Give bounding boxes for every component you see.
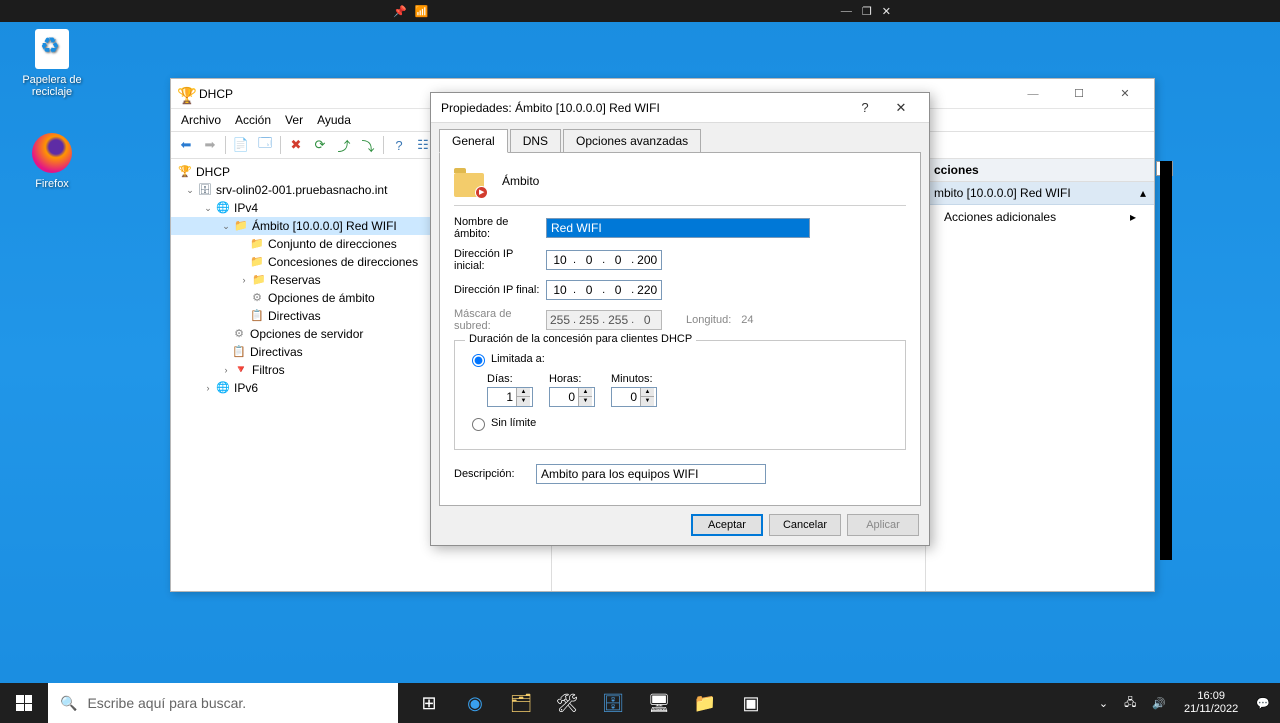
radio-limited-input[interactable] [472, 354, 485, 367]
ip-end-input[interactable]: . . . [546, 280, 662, 300]
taskbar: 🔍 Escribe aquí para buscar. ⊞ ◉ 🗂 🛠 🗄 🖥 … [0, 683, 1280, 723]
taskbar-search[interactable]: 🔍 Escribe aquí para buscar. [48, 683, 398, 723]
start-button[interactable] [0, 683, 48, 723]
toolbar-forward-button[interactable]: ➡ [199, 134, 221, 156]
collapse-icon[interactable]: ▴ [1140, 186, 1146, 200]
description-input[interactable] [536, 464, 766, 484]
vm-titlebar: 📌 📶 — ❐ ✕ [0, 0, 1280, 22]
radio-limited[interactable]: Limitada a: [467, 351, 893, 367]
apply-button[interactable]: Aplicar [847, 514, 919, 536]
name-label: Nombre de ámbito: [454, 216, 546, 240]
tray-sound-icon[interactable]: 🔊 [1148, 697, 1170, 710]
actions-scope-header[interactable]: mbito [10.0.0.0] Red WIFI▴ [926, 182, 1154, 205]
subnet-mask-input: . . . [546, 310, 662, 330]
dhcp-minimize-button[interactable]: — [1010, 80, 1056, 108]
tray-network-icon[interactable]: 🖧 [1120, 694, 1140, 713]
toolbar-import-button[interactable]: ⤵ [357, 134, 379, 156]
taskbar-app3-icon[interactable]: 📁 [682, 683, 728, 723]
toolbar-refresh-button[interactable]: ⟳ [309, 134, 331, 156]
dhcp-app-icon: 🏆 [177, 86, 193, 102]
dhcp-close-button[interactable]: ✕ [1102, 80, 1148, 108]
taskbar-terminal-icon[interactable]: ▣ [728, 683, 774, 723]
minutes-down-icon[interactable]: ▼ [640, 397, 654, 406]
days-spinner[interactable]: ▲▼ [487, 387, 533, 407]
radio-unlimited[interactable]: Sin límite [467, 415, 893, 431]
properties-dialog: Propiedades: Ámbito [10.0.0.0] Red WIFI … [430, 92, 930, 546]
vm-minimize-button[interactable]: — [841, 5, 852, 18]
days-down-icon[interactable]: ▼ [516, 397, 530, 406]
menu-archivo[interactable]: Archivo [181, 113, 221, 127]
taskbar-server-manager-icon[interactable]: 🛠 [544, 683, 590, 723]
tray-notifications-icon[interactable]: 💬 [1252, 697, 1274, 710]
scope-folder-icon [454, 165, 486, 197]
firefox-icon[interactable]: Firefox [14, 132, 90, 190]
lease-duration-fieldset: Duración de la concesión para clientes D… [454, 340, 906, 450]
length-value: 24 [741, 314, 753, 326]
search-placeholder: Escribe aquí para buscar. [87, 695, 246, 711]
toolbar-help-button[interactable]: ? [388, 134, 410, 156]
taskbar-app2-icon[interactable]: 🖥 [636, 683, 682, 723]
tray-overflow-icon[interactable]: ⌄ [1095, 697, 1112, 710]
ip-start-label: Dirección IP inicial: [454, 248, 546, 272]
radio-unlimited-input[interactable] [472, 418, 485, 431]
actions-panel: cciones mbito [10.0.0.0] Red WIFI▴ Accio… [926, 159, 1154, 591]
chevron-right-icon: ▸ [1130, 210, 1136, 224]
hours-up-icon[interactable]: ▲ [578, 388, 592, 397]
help-button[interactable]: ? [847, 100, 883, 115]
tab-strip: General DNS Opciones avanzadas [431, 123, 929, 152]
properties-titlebar[interactable]: Propiedades: Ámbito [10.0.0.0] Red WIFI … [431, 93, 929, 123]
recycle-bin-label: Papelera de reciclaje [14, 74, 90, 98]
properties-title: Propiedades: Ámbito [10.0.0.0] Red WIFI [441, 101, 847, 115]
vm-close-button[interactable]: ✕ [882, 5, 891, 18]
pin-icon[interactable]: 📌 [393, 5, 407, 18]
minutes-spinner[interactable]: ▲▼ [611, 387, 657, 407]
days-up-icon[interactable]: ▲ [516, 388, 530, 397]
minutes-label: Minutos: [611, 373, 657, 385]
task-view-button[interactable]: ⊞ [406, 683, 452, 723]
tab-dns[interactable]: DNS [510, 129, 561, 153]
dhcp-maximize-button[interactable]: ☐ [1056, 80, 1102, 108]
ip-start-input[interactable]: . . . [546, 250, 662, 270]
ok-button[interactable]: Aceptar [691, 514, 763, 536]
mask-label: Máscara de subred: [454, 308, 546, 332]
menu-ayuda[interactable]: Ayuda [317, 113, 351, 127]
cancel-button[interactable]: Cancelar [769, 514, 841, 536]
background-window-edge [1160, 161, 1172, 560]
taskbar-app1-icon[interactable]: 🗄 [590, 683, 636, 723]
toolbar-export-button[interactable]: ⤴ [333, 134, 355, 156]
firefox-label: Firefox [14, 178, 90, 190]
minutes-up-icon[interactable]: ▲ [640, 388, 654, 397]
taskbar-edge-icon[interactable]: ◉ [452, 683, 498, 723]
actions-header: cciones [926, 159, 1154, 182]
ip-end-label: Dirección IP final: [454, 284, 546, 296]
actions-additional[interactable]: Acciones adicionales▸ [926, 205, 1154, 229]
menu-ver[interactable]: Ver [285, 113, 303, 127]
hours-label: Horas: [549, 373, 595, 385]
toolbar-back-button[interactable]: ⬅ [175, 134, 197, 156]
scope-name-input[interactable] [546, 218, 810, 238]
toolbar-delete-button[interactable]: ✖ [285, 134, 307, 156]
toolbar-properties-button[interactable]: 🗔 [254, 134, 276, 156]
vm-restore-button[interactable]: ❐ [862, 5, 872, 18]
hours-spinner[interactable]: ▲▼ [549, 387, 595, 407]
toolbar-up-button[interactable]: 📄 [230, 134, 252, 156]
tab-general[interactable]: General [439, 129, 508, 153]
length-label: Longitud: [686, 314, 731, 326]
days-label: Días: [487, 373, 533, 385]
properties-close-button[interactable]: ✕ [883, 100, 919, 116]
tab-content-general: Ámbito Nombre de ámbito: Dirección IP in… [439, 152, 921, 506]
search-icon: 🔍 [60, 695, 77, 712]
signal-icon: 📶 [415, 5, 429, 18]
taskbar-explorer-icon[interactable]: 🗂 [498, 683, 544, 723]
lease-legend: Duración de la concesión para clientes D… [465, 333, 696, 345]
tab-advanced[interactable]: Opciones avanzadas [563, 129, 701, 153]
recycle-bin-icon[interactable]: Papelera de reciclaje [14, 28, 90, 98]
hours-down-icon[interactable]: ▼ [578, 397, 592, 406]
tray-clock[interactable]: 16:09 21/11/2022 [1178, 690, 1244, 716]
description-label: Descripción: [454, 468, 536, 480]
menu-accion[interactable]: Acción [235, 113, 271, 127]
scope-heading: Ámbito [502, 174, 539, 188]
